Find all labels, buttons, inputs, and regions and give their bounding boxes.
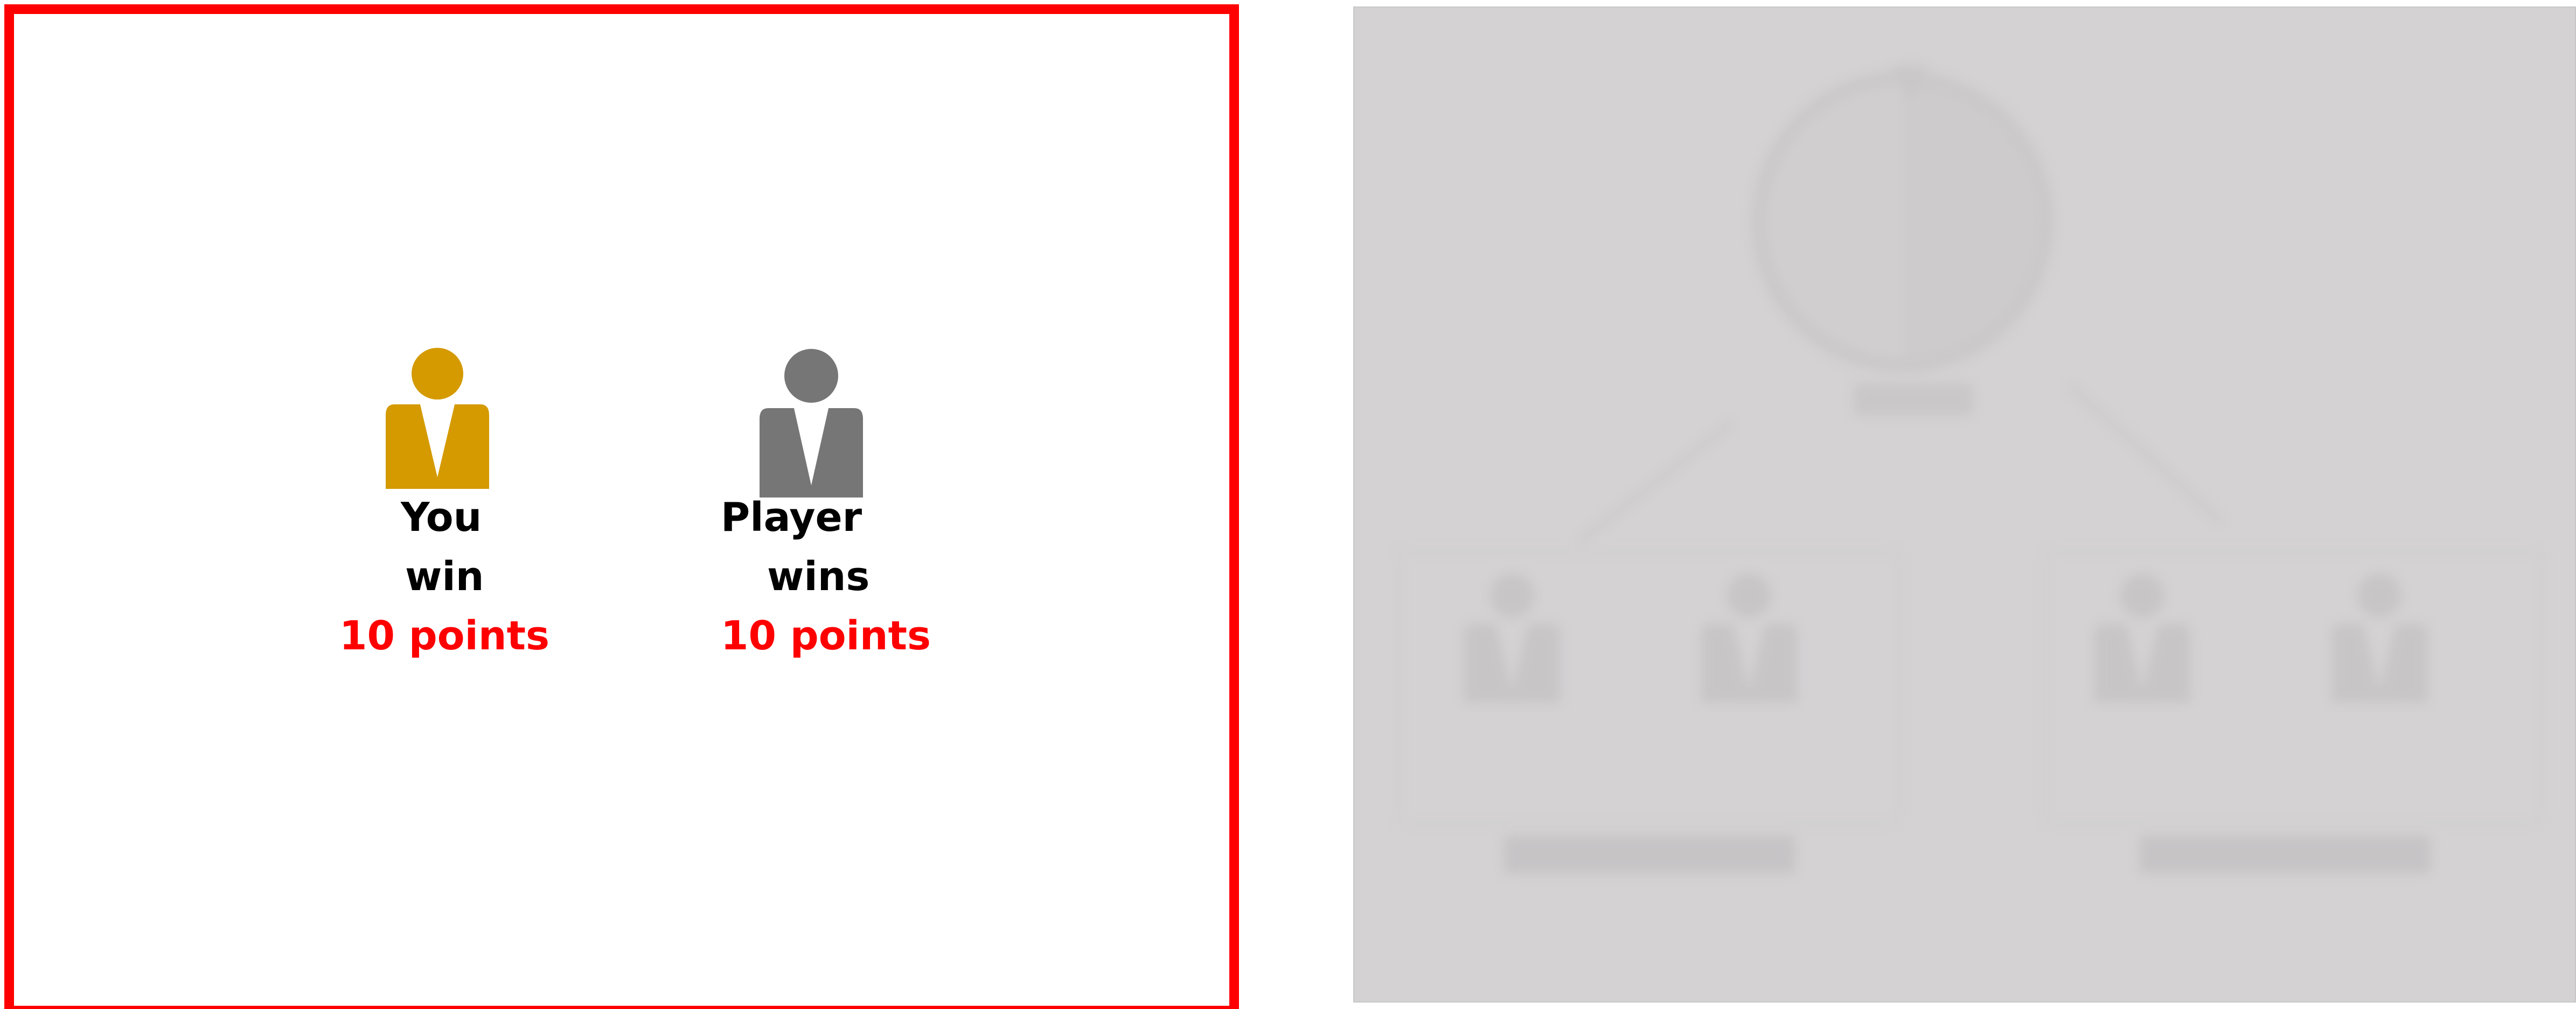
outcome-panel: You win 10 points Player wins 10 points (4, 4, 1239, 1009)
wheel-base-shape (1854, 383, 1973, 416)
mini-person-icon (2328, 572, 2431, 709)
left-branch-line (1578, 421, 1734, 544)
you-points: 10 points (339, 613, 550, 659)
player-label-line1: Player (721, 494, 862, 541)
you-person-icon (384, 348, 491, 493)
blurred-preview-panel (1353, 6, 2576, 1003)
fortune-wheel-shape (1752, 71, 2053, 373)
left-bar-shape (1504, 836, 1795, 873)
wheel-pointer-icon (1892, 66, 1928, 103)
you-label-line1: You (401, 494, 482, 541)
right-bar-shape (2140, 836, 2431, 873)
you-label-line2: win (405, 553, 484, 600)
player-points: 10 points (721, 613, 931, 659)
player-label-line2: wins (767, 553, 870, 600)
right-branch-line (2068, 384, 2224, 524)
blurred-content (1353, 6, 2576, 1003)
mini-person-icon (2091, 572, 2194, 709)
player-person-icon (757, 348, 865, 501)
mini-person-icon (1461, 572, 1563, 709)
mini-person-icon (1698, 572, 1800, 709)
screen: You win 10 points Player wins 10 points (0, 0, 2576, 1009)
